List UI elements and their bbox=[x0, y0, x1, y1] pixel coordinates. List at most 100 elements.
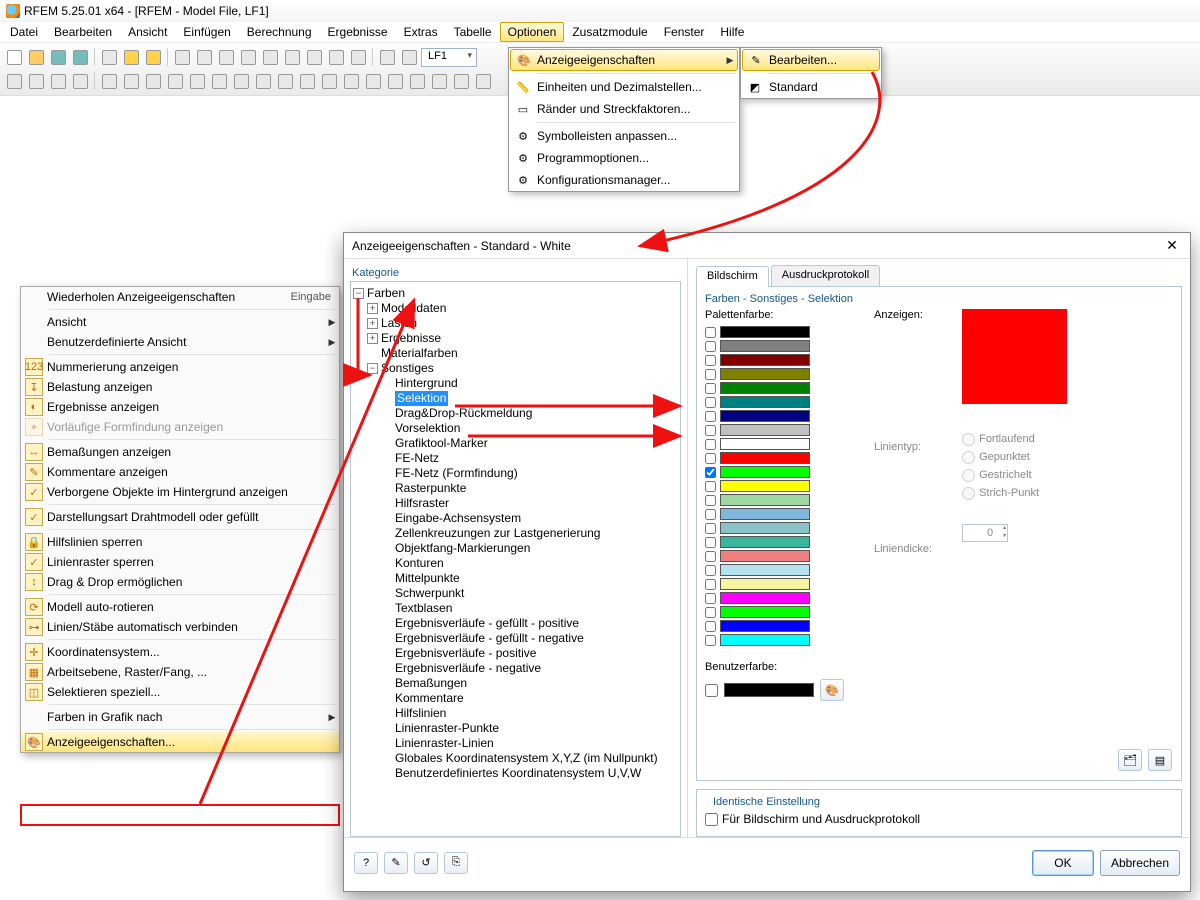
tb-icon[interactable] bbox=[165, 71, 185, 91]
tree-item[interactable]: Benutzerdefiniertes Koordinatensystem U,… bbox=[353, 766, 678, 781]
tree-modelldaten[interactable]: +Modelldaten bbox=[353, 301, 678, 316]
tb-icon[interactable] bbox=[363, 71, 383, 91]
tb-icon[interactable] bbox=[253, 71, 273, 91]
tree-item[interactable]: Textblasen bbox=[353, 601, 678, 616]
palette-swatch[interactable] bbox=[705, 605, 844, 619]
tb-icon[interactable] bbox=[216, 47, 236, 67]
palette-swatch[interactable] bbox=[705, 395, 844, 409]
identical-settings-checkbox[interactable]: Für Bildschirm und Ausdruckprotokoll bbox=[705, 812, 1173, 826]
options-units[interactable]: 📏 Einheiten und Dezimalstellen... bbox=[509, 76, 739, 98]
tb-print-icon[interactable] bbox=[99, 47, 119, 67]
ctx-load[interactable]: ↧Belastung anzeigen bbox=[21, 377, 339, 397]
ctx-repeat[interactable]: Wiederholen Anzeigeeigenschaften Eingabe bbox=[21, 287, 339, 307]
tb-icon[interactable] bbox=[473, 71, 493, 91]
palette-apply-button[interactable]: ▤ bbox=[1148, 749, 1172, 771]
tb-icon[interactable] bbox=[319, 71, 339, 91]
tree-item[interactable]: Objektfang-Markierungen bbox=[353, 541, 678, 556]
palette-swatch[interactable] bbox=[705, 479, 844, 493]
tb-icon[interactable] bbox=[70, 71, 90, 91]
tb-loadcase-combo[interactable]: LF1 bbox=[421, 48, 477, 67]
palette-swatch[interactable] bbox=[705, 549, 844, 563]
palette-swatch[interactable] bbox=[705, 633, 844, 647]
tab-ausdruckprotokoll[interactable]: Ausdruckprotokoll bbox=[771, 265, 880, 286]
copy-button[interactable]: ⎘ bbox=[444, 852, 468, 874]
palette-swatch[interactable] bbox=[705, 339, 844, 353]
tb-icon[interactable] bbox=[99, 71, 119, 91]
reset-button[interactable]: ↺ bbox=[414, 852, 438, 874]
palette-swatch[interactable] bbox=[705, 493, 844, 507]
tb-icon[interactable] bbox=[377, 47, 397, 67]
tb-icon[interactable] bbox=[260, 47, 280, 67]
tb-icon[interactable] bbox=[231, 71, 251, 91]
options-margins[interactable]: ▭ Ränder und Streckfaktoren... bbox=[509, 98, 739, 120]
tree-lasten[interactable]: +Lasten bbox=[353, 316, 678, 331]
ctx-coord[interactable]: ✛Koordinatensystem... bbox=[21, 642, 339, 662]
help-button[interactable]: ? bbox=[354, 852, 378, 874]
tb-icon[interactable] bbox=[385, 71, 405, 91]
tree-item[interactable]: Hintergrund bbox=[353, 376, 678, 391]
cancel-button[interactable]: Abbrechen bbox=[1100, 850, 1180, 876]
tree-item[interactable]: Ergebnisverläufe - negative bbox=[353, 661, 678, 676]
tree-farben[interactable]: −Farben bbox=[353, 286, 678, 301]
menu-bearbeiten[interactable]: Bearbeiten bbox=[46, 22, 120, 42]
tb-icon[interactable] bbox=[399, 47, 419, 67]
tree-item[interactable]: Selektion bbox=[353, 391, 678, 406]
menu-berechnung[interactable]: Berechnung bbox=[239, 22, 320, 42]
tb-icon[interactable] bbox=[4, 71, 24, 91]
edit-button[interactable]: ✎ bbox=[384, 852, 408, 874]
category-tree[interactable]: −Farben +Modelldaten +Lasten +Ergebnisse… bbox=[350, 281, 681, 837]
ok-button[interactable]: OK bbox=[1032, 850, 1094, 876]
tab-bildschirm[interactable]: Bildschirm bbox=[696, 266, 769, 287]
ctx-comments[interactable]: ✎Kommentare anzeigen bbox=[21, 462, 339, 482]
options-display-properties[interactable]: 🎨 Anzeigeeigenschaften ▶ bbox=[510, 49, 738, 71]
palette-swatch[interactable] bbox=[705, 535, 844, 549]
tree-item[interactable]: Zellenkreuzungen zur Lastgenerierung bbox=[353, 526, 678, 541]
ctx-lockgl[interactable]: 🔒Hilfslinien sperren bbox=[21, 532, 339, 552]
tb-undo-icon[interactable] bbox=[121, 47, 141, 67]
tb-icon[interactable] bbox=[282, 47, 302, 67]
submenu-edit[interactable]: ✎ Bearbeiten... bbox=[742, 49, 880, 71]
ctx-displayprops[interactable]: 🎨Anzeigeeigenschaften... bbox=[21, 732, 339, 752]
tb-saveall-icon[interactable] bbox=[70, 47, 90, 67]
palette-swatch[interactable] bbox=[705, 381, 844, 395]
tb-icon[interactable] bbox=[429, 71, 449, 91]
linetype-gepunktet[interactable]: Gepunktet bbox=[962, 448, 1067, 466]
palette-swatch[interactable] bbox=[705, 521, 844, 535]
tb-open-icon[interactable] bbox=[26, 47, 46, 67]
ctx-wire[interactable]: ✓Darstellungsart Drahtmodell oder gefüll… bbox=[21, 507, 339, 527]
ctx-autorot[interactable]: ⟳Modell auto-rotieren bbox=[21, 597, 339, 617]
tree-item[interactable]: Bemaßungen bbox=[353, 676, 678, 691]
tb-icon[interactable] bbox=[26, 71, 46, 91]
tb-icon[interactable] bbox=[187, 71, 207, 91]
tb-icon[interactable] bbox=[194, 47, 214, 67]
ctx-dims[interactable]: ↔Bemaßungen anzeigen bbox=[21, 442, 339, 462]
tb-icon[interactable] bbox=[48, 71, 68, 91]
collapse-icon[interactable]: − bbox=[353, 288, 364, 299]
tb-new-icon[interactable] bbox=[4, 47, 24, 67]
tree-item[interactable]: Linienraster-Linien bbox=[353, 736, 678, 751]
menu-datei[interactable]: Datei bbox=[2, 22, 46, 42]
ctx-autoconn[interactable]: ⊶Linien/Stäbe automatisch verbinden bbox=[21, 617, 339, 637]
linetype-gestrichelt[interactable]: Gestrichelt bbox=[962, 466, 1067, 484]
tree-item[interactable]: Ergebnisverläufe - gefüllt - negative bbox=[353, 631, 678, 646]
ctx-view[interactable]: Ansicht▶ bbox=[21, 312, 339, 332]
palette-manage-button[interactable]: 🗂 bbox=[1118, 749, 1142, 771]
tree-item[interactable]: Ergebnisverläufe - positive bbox=[353, 646, 678, 661]
palette-swatch[interactable] bbox=[705, 423, 844, 437]
menu-zusatzmodule[interactable]: Zusatzmodule bbox=[564, 22, 655, 42]
tb-icon[interactable] bbox=[121, 71, 141, 91]
palette-swatch[interactable] bbox=[705, 353, 844, 367]
ctx-workplane[interactable]: ▦Arbeitsebene, Raster/Fang, ... bbox=[21, 662, 339, 682]
tb-icon[interactable] bbox=[275, 71, 295, 91]
tree-item[interactable]: FE-Netz (Formfindung) bbox=[353, 466, 678, 481]
palette-swatch[interactable] bbox=[705, 367, 844, 381]
tree-item[interactable]: Vorselektion bbox=[353, 421, 678, 436]
options-toolbars[interactable]: ⚙ Symbolleisten anpassen... bbox=[509, 125, 739, 147]
linewidth-spinner[interactable]: 0 bbox=[962, 524, 1008, 542]
tb-icon[interactable] bbox=[209, 71, 229, 91]
tree-item[interactable]: Kommentare bbox=[353, 691, 678, 706]
ctx-colorsby[interactable]: Farben in Grafik nach▶ bbox=[21, 707, 339, 727]
tree-item[interactable]: Hilfslinien bbox=[353, 706, 678, 721]
tree-item[interactable]: Eingabe-Achsensystem bbox=[353, 511, 678, 526]
tb-icon[interactable] bbox=[143, 71, 163, 91]
